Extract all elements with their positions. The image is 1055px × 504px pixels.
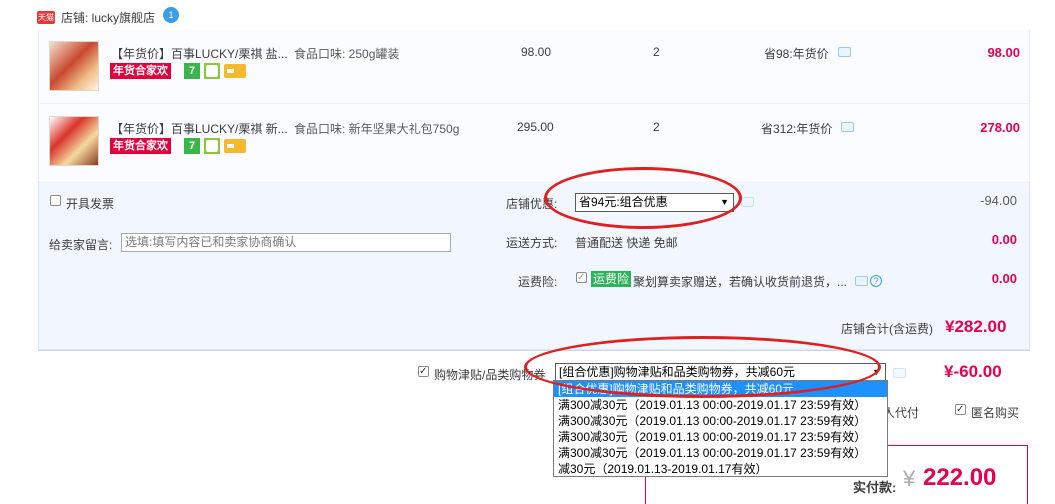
quantity: 2 bbox=[653, 120, 660, 134]
invoice-label: 开具发票 bbox=[66, 197, 115, 211]
product-title[interactable]: 【年货价】百事LUCKY/栗祺 新... bbox=[111, 120, 288, 137]
message-icon[interactable] bbox=[855, 276, 868, 286]
product-thumbnail[interactable] bbox=[49, 116, 99, 166]
coupon-amount: ¥-60.00 bbox=[944, 362, 1002, 381]
shipping-amount: 0.00 bbox=[991, 232, 1017, 247]
message-label: 给卖家留言: bbox=[49, 238, 113, 252]
product-sku: 食品口味: 新年坚果大礼包750g bbox=[294, 122, 460, 136]
coupon-checkbox[interactable] bbox=[418, 366, 429, 377]
item-subtotal: 278.00 bbox=[980, 120, 1020, 135]
total-currency: ¥ bbox=[903, 466, 916, 491]
message-icon[interactable] bbox=[838, 47, 851, 57]
product-sku: 食品口味: 250g罐装 bbox=[294, 47, 400, 61]
insurance-tag: 运费险 bbox=[591, 271, 632, 287]
dropdown-option[interactable]: 满300减30元（2019.01.13 00:00-2019.01.17 23:… bbox=[554, 429, 887, 445]
tmall-logo: 天猫 bbox=[37, 11, 55, 24]
seven-day-return-icon: 7 bbox=[184, 63, 200, 79]
guarantee-icon bbox=[204, 63, 220, 79]
invoice-checkbox[interactable] bbox=[50, 195, 61, 206]
annotation-circle bbox=[524, 336, 881, 398]
dropdown-option[interactable]: 满300减30元（2019.01.13 00:00-2019.01.17 23:… bbox=[554, 413, 887, 429]
promo-tag: 年货合家欢 bbox=[110, 63, 171, 79]
product-thumbnail[interactable] bbox=[49, 41, 99, 91]
shop-name[interactable]: 店铺: lucky旗舰店 bbox=[61, 9, 155, 26]
insurance-text: 聚划算卖家赠送，若确认收货前退货，... bbox=[633, 275, 848, 289]
guarantee-icon bbox=[204, 138, 220, 154]
dropdown-option[interactable]: 满300减30元（2019.01.13 00:00-2019.01.17 23:… bbox=[554, 397, 887, 413]
product-title[interactable]: 【年货价】百事LUCKY/栗祺 盐... bbox=[111, 45, 288, 62]
shop-discount-amount: -94.00 bbox=[980, 193, 1017, 208]
unit-price: 295.00 bbox=[517, 120, 554, 134]
dropdown-option[interactable]: 满300减30元（2019.01.13 00:00-2019.01.17 23:… bbox=[554, 445, 887, 461]
insurance-amount: 0.00 bbox=[991, 271, 1017, 286]
total-label: 实付款: bbox=[853, 480, 897, 495]
dropdown-option[interactable]: 减30元（2019.01.13-2019.01.17有效） bbox=[554, 461, 887, 477]
shipping-label: 运送方式: bbox=[506, 236, 558, 250]
chat-icon[interactable]: 1 bbox=[163, 7, 179, 23]
total-value: 222.00 bbox=[923, 464, 997, 491]
pay-for-other-label[interactable]: 人代付 bbox=[883, 404, 919, 421]
insurance-checkbox[interactable] bbox=[576, 272, 587, 283]
seven-day-return-icon: 7 bbox=[184, 138, 200, 154]
message-icon[interactable] bbox=[893, 368, 906, 378]
credit-card-icon bbox=[224, 64, 246, 78]
message-icon[interactable] bbox=[841, 122, 854, 132]
help-icon[interactable]: ? bbox=[870, 275, 882, 287]
shop-total-label: 店铺合计(含运费) bbox=[841, 322, 933, 336]
seller-message-input[interactable]: 选填:填写内容已和卖家协商确认 bbox=[121, 233, 451, 252]
unit-price: 98.00 bbox=[521, 45, 552, 59]
insurance-label: 运费险: bbox=[518, 275, 558, 289]
item-subtotal: 98.00 bbox=[987, 45, 1020, 60]
shop-total-value: ¥282.00 bbox=[945, 317, 1007, 336]
item-discount: 省312:年货价 bbox=[761, 122, 833, 136]
annotation-circle bbox=[544, 167, 742, 229]
shipping-value: 普通配送 快递 免邮 bbox=[575, 236, 678, 250]
item-discount: 省98:年货价 bbox=[764, 47, 829, 61]
quantity: 2 bbox=[653, 45, 660, 59]
anonymous-label: 匿名购买 bbox=[971, 406, 1020, 420]
item-divider bbox=[38, 103, 1030, 104]
message-icon[interactable] bbox=[741, 197, 754, 207]
section-divider bbox=[38, 350, 1030, 351]
anonymous-checkbox[interactable] bbox=[955, 404, 966, 415]
promo-tag: 年货合家欢 bbox=[110, 138, 171, 154]
credit-card-icon bbox=[224, 139, 246, 153]
